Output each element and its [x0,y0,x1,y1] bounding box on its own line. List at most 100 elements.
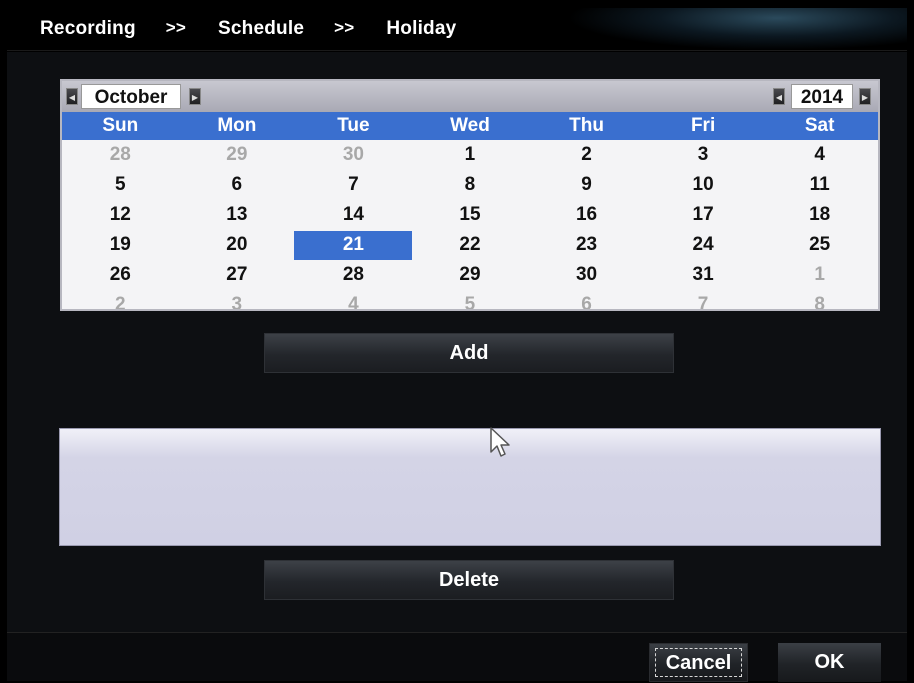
calendar-day-number: 27 [226,264,248,285]
month-select[interactable]: October [81,84,181,109]
weekday-label: Tue [337,115,370,136]
calendar-day[interactable]: 13 [179,200,296,230]
calendar-week-row: 5 6 7 8 9 10 11 [62,170,878,200]
calendar-day-number: 30 [342,144,364,165]
calendar-day[interactable]: 3 [179,290,296,309]
calendar-day[interactable]: 4 [295,290,412,311]
calendar-day[interactable]: 2 [528,140,645,170]
calendar-day[interactable]: 18 [761,200,878,230]
calendar-days-grid: 28 29 30 1 2 3 4 5 6 7 8 9 10 11 12 13 14 15 16 17 18 19 20 21 2… [62,140,878,311]
calendar-day[interactable]: 8 [412,170,529,200]
calendar-day[interactable]: 10 [645,170,762,200]
next-month-button[interactable]: ▶ [189,88,201,105]
delete-button[interactable]: Delete [264,560,674,600]
right-arrow-icon: ▶ [861,93,869,102]
calendar-day[interactable]: 16 [528,200,645,230]
calendar-day-number: 31 [692,264,714,285]
prev-month-button[interactable]: ◀ [66,88,78,105]
calendar-day[interactable]: 2 [62,290,179,309]
title-bar: Recording >> Schedule >> Holiday [7,8,907,51]
calendar-day[interactable]: 25 [761,230,878,260]
calendar-day[interactable]: 22 [412,230,529,260]
calendar-day[interactable]: 31 [645,260,762,290]
calendar-day-number: 6 [231,174,243,195]
calendar-day-selected[interactable]: 21 [294,230,412,260]
calendar-day-number: 29 [459,264,481,285]
breadcrumb-separator: >> [334,18,355,37]
calendar-day[interactable]: 6 [179,170,296,200]
mouse-cursor-icon [490,427,510,457]
calendar-day-number: 7 [697,294,709,311]
cancel-button[interactable]: Cancel [649,643,748,682]
left-arrow-icon: ◀ [68,93,76,102]
ok-button[interactable]: OK [778,643,881,682]
calendar-day-number: 26 [109,264,131,285]
calendar-day[interactable]: 1 [761,260,878,290]
calendar-day-number: 6 [581,294,592,311]
calendar-day[interactable]: 9 [528,170,645,200]
calendar-day[interactable]: 28 [62,140,179,170]
calendar-day[interactable]: 6 [528,290,645,311]
calendar-day[interactable]: 29 [179,140,296,170]
right-arrow-icon: ▶ [191,93,199,102]
calendar-day[interactable]: 26 [62,260,179,290]
next-year-button[interactable]: ▶ [859,88,871,105]
calendar-day[interactable]: 23 [528,230,645,260]
weekday-header-row: Sun Mon Tue Wed Thu Fri Sat [62,112,878,140]
calendar-day[interactable]: 17 [645,200,762,230]
calendar-day-number: 15 [459,204,481,225]
calendar-day-number: 24 [692,234,714,255]
calendar-day-number: 28 [342,264,364,285]
bottom-bar: Cancel OK [7,632,907,682]
calendar-day[interactable]: 8 [761,290,878,311]
calendar-day[interactable]: 27 [179,260,296,290]
calendar-day-number: 20 [226,234,248,255]
calendar-day-number: 5 [114,174,126,195]
add-button[interactable]: Add [264,333,674,373]
calendar-day[interactable]: 11 [761,170,878,200]
calendar-day[interactable]: 7 [645,290,762,311]
calendar-day-number: 12 [109,204,131,225]
calendar-day-number: 7 [348,174,359,195]
calendar-day-number: 8 [814,294,825,311]
calendar-day[interactable]: 30 [528,260,645,290]
calendar-day-number: 29 [226,144,248,165]
year-select[interactable]: 2014 [791,84,853,109]
prev-year-button[interactable]: ◀ [773,88,785,105]
calendar-day[interactable]: 20 [179,230,296,260]
breadcrumb-separator: >> [165,18,187,37]
holiday-window: Recording >> Schedule >> Holiday ◀ Octob… [7,8,907,682]
calendar-day-number: 13 [226,204,248,225]
main-content: ◀ October ▶ ◀ 2014 ▶ Sun Mon Tue Wed Thu… [7,52,907,632]
calendar-day-number: 23 [575,234,598,255]
calendar-day-number: 5 [464,294,476,311]
calendar-day[interactable]: 15 [412,200,529,230]
calendar-day[interactable]: 7 [295,170,412,200]
calendar-day[interactable]: 19 [62,230,179,260]
calendar-day[interactable]: 5 [62,170,179,200]
calendar-day-number: 21 [342,234,364,255]
calendar-day-number: 1 [814,264,825,285]
calendar-week-row: 2 3 4 5 6 7 8 [62,290,878,311]
calendar-day-number: 4 [814,144,825,165]
calendar-day-number: 4 [348,294,359,311]
calendar-day-number: 17 [692,204,714,225]
calendar-day[interactable]: 24 [645,230,762,260]
breadcrumb-item-schedule: Schedule [218,18,305,39]
calendar-week-row: 26 27 28 29 30 31 1 [62,260,878,290]
calendar-day-number: 28 [109,144,131,165]
calendar-day[interactable]: 5 [412,290,529,311]
calendar-day[interactable]: 14 [295,200,412,230]
calendar-day[interactable]: 3 [645,140,762,170]
calendar-day[interactable]: 4 [761,140,878,170]
calendar-day-number: 3 [697,144,709,165]
calendar-day[interactable]: 30 [295,140,412,170]
calendar-day-number: 14 [342,204,364,225]
calendar-day-number: 9 [581,174,592,195]
calendar-week-row: 28 29 30 1 2 3 4 [62,140,878,170]
calendar-day[interactable]: 29 [412,260,529,290]
holiday-list[interactable] [59,428,881,546]
calendar-day[interactable]: 1 [412,140,529,170]
calendar-day[interactable]: 12 [62,200,179,230]
calendar-day[interactable]: 28 [295,260,412,290]
